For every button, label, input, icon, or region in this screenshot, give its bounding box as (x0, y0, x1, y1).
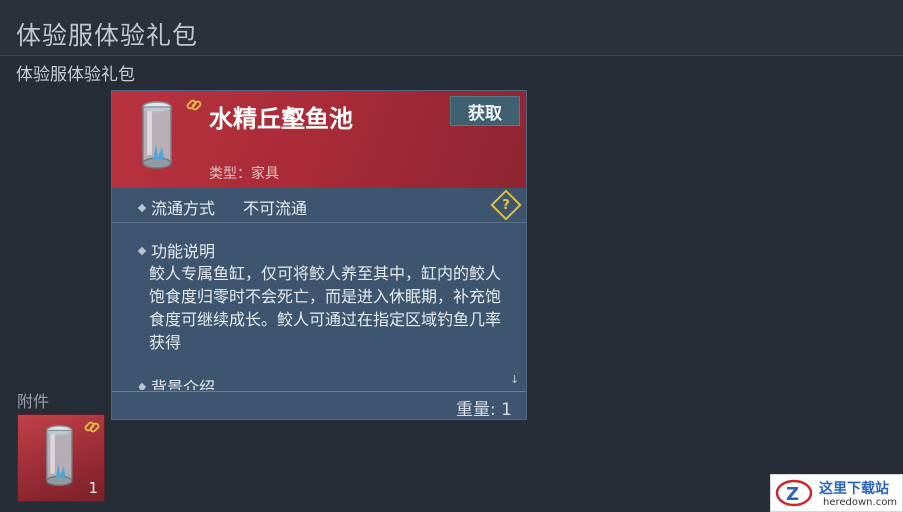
diamond-bullet-icon (137, 203, 147, 213)
title-bar: 体验服体验礼包 (0, 0, 903, 56)
attachments-label: 附件 (17, 392, 50, 411)
diamond-bullet-icon (139, 382, 147, 390)
function-description: 鲛人专属鱼缸，仅可将鲛人养至其中，缸内的鲛人饱食度归零时不会死亡，而是进入休眠期… (149, 264, 502, 352)
jar-icon (46, 425, 73, 486)
attachment-count: 1 (88, 479, 98, 497)
item-tooltip: 水精丘壑鱼池 获取 类型：家具 流通方式 不可流通 ? 功能说明 鲛人专属鱼缸，… (111, 90, 527, 420)
function-heading: 功能说明 (137, 238, 215, 262)
attachment-slot[interactable]: 1 (17, 414, 105, 502)
svg-text:Z: Z (786, 484, 799, 505)
help-icon[interactable]: ? (490, 189, 522, 221)
jar-icon (142, 101, 172, 169)
circulation-label: 流通方式 (137, 195, 215, 219)
link-icon (84, 421, 100, 433)
obtain-button[interactable]: 获取 (450, 96, 520, 126)
link-icon (186, 99, 202, 111)
watermark-logo-icon: Z (775, 479, 813, 507)
circulation-row: 流通方式 不可流通 ? (112, 188, 526, 223)
tooltip-header: 水精丘壑鱼池 获取 类型：家具 (112, 91, 526, 188)
circulation-value: 不可流通 (243, 199, 308, 218)
item-name: 水精丘壑鱼池 (209, 105, 353, 133)
scroll-down-icon[interactable]: ↓ (510, 373, 519, 386)
background-heading: 背景介绍 (139, 374, 215, 390)
tooltip-footer: 重量: 1 (112, 391, 526, 420)
watermark: Z 这里下载站 heredown.com (770, 474, 903, 512)
item-type: 类型：家具 (209, 166, 279, 182)
weight-label: 重量: 1 (456, 400, 512, 420)
page-title: 体验服体验礼包 (16, 21, 199, 50)
mail-subject: 体验服体验礼包 (16, 65, 135, 85)
diamond-bullet-icon (137, 246, 147, 256)
watermark-url: heredown.com (823, 497, 898, 508)
watermark-name: 这里下载站 (819, 481, 889, 497)
